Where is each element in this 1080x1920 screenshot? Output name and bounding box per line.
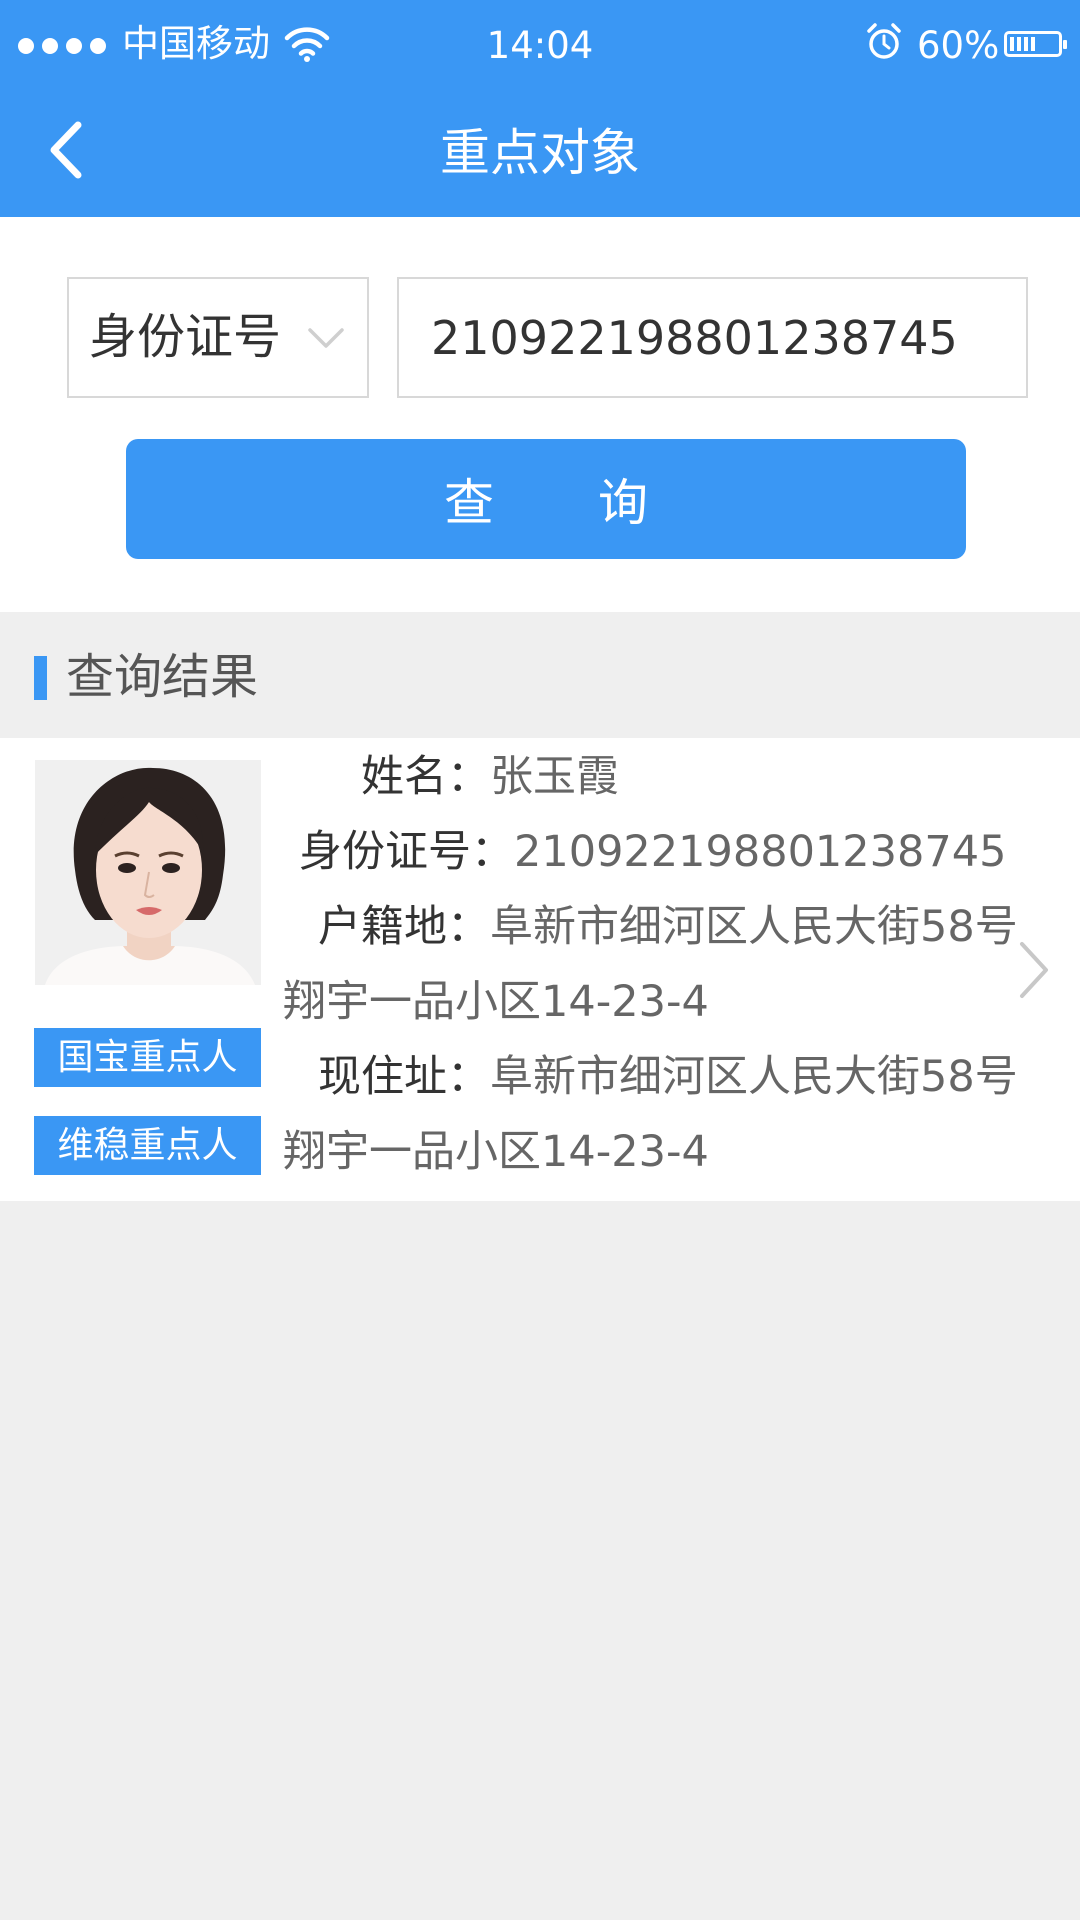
current-address-colon: ： — [447, 1052, 490, 1102]
huji-colon: ： — [447, 902, 490, 952]
huji-label: 户籍地 — [318, 902, 447, 952]
status-bar: 中国移动 14:04 60% — [0, 0, 1080, 90]
id-type-select[interactable]: 身份证号 — [67, 277, 369, 398]
tag-guobao: 国宝重点人 — [34, 1028, 261, 1087]
current-address-value-line2: 翔宇一品小区14-23-4 — [283, 1127, 709, 1177]
current-address-label: 现住址 — [318, 1052, 447, 1102]
current-address-field: 现住址：阜新市细河区人民大街58号 — [283, 1040, 1018, 1115]
section-accent-bar — [34, 656, 47, 700]
id-value: 210922198801238745 — [514, 827, 1007, 877]
section-header: 查询结果 — [0, 612, 1080, 738]
huji-value-line2: 翔宇一品小区14-23-4 — [283, 977, 709, 1027]
chevron-down-icon — [308, 328, 344, 348]
name-field: 姓名：张玉霞 — [283, 740, 619, 815]
alarm-clock-icon — [867, 23, 901, 59]
name-value: 张玉霞 — [490, 752, 619, 802]
id-type-label: 身份证号 — [89, 309, 282, 365]
query-button[interactable]: 查 询 — [126, 439, 966, 559]
id-field: 身份证号：210922198801238745 — [283, 815, 1006, 890]
nav-bar: 重点对象 — [0, 90, 1080, 217]
huji-value-line1: 阜新市细河区人民大街58号 — [490, 902, 1018, 952]
avatar — [35, 760, 261, 985]
id-label: 身份证号 — [299, 827, 471, 877]
screen: 中国移动 14:04 60% 重点对象 身份证号 210922198801238… — [0, 0, 1080, 1920]
huji-field: 户籍地：阜新市细河区人民大街58号 — [283, 890, 1018, 965]
result-card[interactable]: 国宝重点人 维稳重点人 姓名：张玉霞 身份证号：2109221988012387… — [0, 738, 1080, 1201]
search-panel: 身份证号 查 询 — [0, 217, 1080, 612]
battery-percentage: 60% — [917, 24, 1000, 67]
current-address-field-continued: 翔宇一品小区14-23-4 — [283, 1115, 709, 1190]
tag-weiwen: 维稳重点人 — [34, 1116, 261, 1175]
section-title: 查询结果 — [66, 649, 259, 705]
header: 中国移动 14:04 60% 重点对象 — [0, 0, 1080, 217]
name-label: 姓名 — [361, 752, 447, 802]
battery-icon — [1004, 31, 1067, 57]
chevron-right-icon[interactable] — [1014, 938, 1054, 1002]
current-address-value-line1: 阜新市细河区人民大街58号 — [490, 1052, 1018, 1102]
page-title: 重点对象 — [440, 124, 640, 182]
huji-field-continued: 翔宇一品小区14-23-4 — [283, 965, 709, 1040]
id-colon: ： — [471, 827, 514, 877]
name-colon: ： — [447, 752, 490, 802]
id-number-input[interactable] — [397, 277, 1028, 398]
